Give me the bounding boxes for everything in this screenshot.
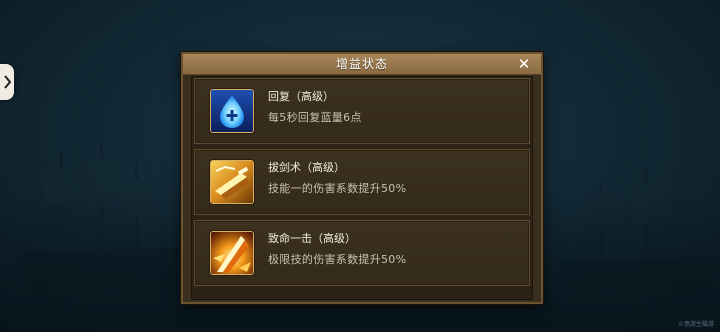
side-expand-tab[interactable] — [0, 64, 14, 100]
watermark-text: ©悠游生酷游 — [677, 321, 714, 328]
buff-description: 每5秒回复蓝量6点 — [268, 111, 362, 124]
buff-item-sword-draw[interactable]: 拔剑术（高级） 技能一的伤害系数提升50% — [194, 149, 530, 215]
chevron-right-icon — [3, 75, 11, 89]
buff-description: 技能一的伤害系数提升50% — [268, 182, 407, 195]
buff-name: 拔剑术（高级） — [268, 161, 345, 174]
game-background: 增益状态 ✕ 回复（高级） 每5秒回复蓝量6点 拔剑术（高级） 技能一的伤害系数… — [0, 0, 720, 332]
dialog-title: 增益状态 — [335, 57, 388, 71]
buff-name: 致命一击（高级） — [268, 232, 356, 245]
buff-name: 回复（高级） — [268, 90, 334, 103]
close-button[interactable]: ✕ — [515, 54, 533, 74]
buff-item-mana-regen[interactable]: 回复（高级） 每5秒回复蓝量6点 — [194, 78, 530, 144]
mana-regen-icon — [210, 89, 254, 133]
sword-draw-icon — [210, 160, 254, 204]
buff-status-dialog: 增益状态 ✕ 回复（高级） 每5秒回复蓝量6点 拔剑术（高级） 技能一的伤害系数… — [181, 52, 543, 304]
dialog-header: 增益状态 ✕ — [183, 54, 541, 75]
buff-item-critical-strike[interactable]: 致命一击（高级） 极限技的伤害系数提升50% — [194, 220, 530, 286]
critical-strike-icon — [210, 231, 254, 275]
buff-list: 回复（高级） 每5秒回复蓝量6点 拔剑术（高级） 技能一的伤害系数提升50% 致… — [191, 76, 533, 300]
buff-description: 极限技的伤害系数提升50% — [268, 253, 407, 266]
